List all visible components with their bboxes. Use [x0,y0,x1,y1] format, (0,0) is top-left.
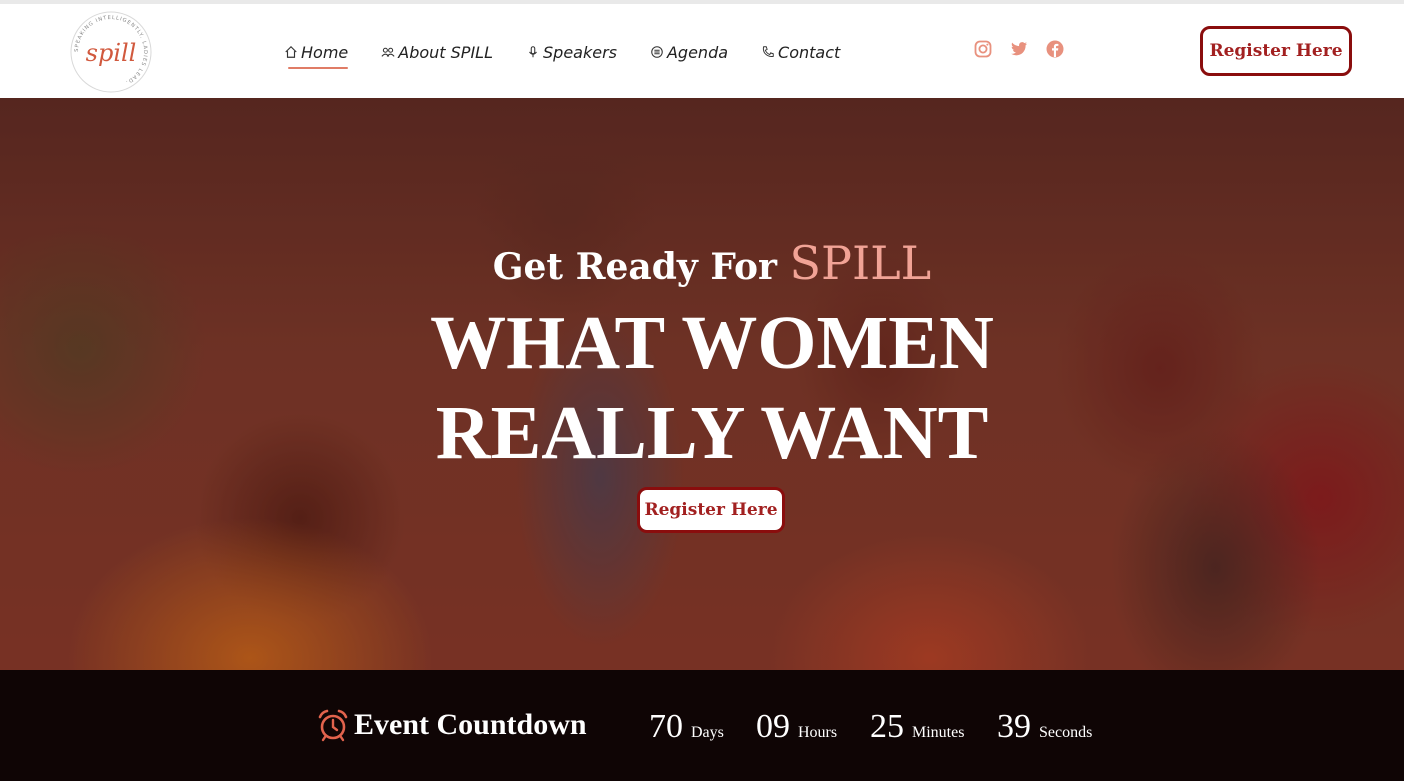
hero-register-button[interactable]: Register Here [637,487,785,533]
countdown-seconds-label: Seconds [1039,724,1093,741]
nav-contact-label: Contact [778,42,841,62]
hero-pretitle-accent: SPILL [789,236,932,290]
countdown-days-value: 70 [649,708,683,745]
countdown-minutes: 25 Minutes [870,708,964,746]
nav-about-label: About SPILL [398,42,493,62]
countdown-seconds: 39 Seconds [997,708,1092,746]
nav-speakers[interactable]: Speakers [526,43,617,62]
instagram-icon [974,40,992,58]
alarm-clock-icon [318,709,348,742]
hero-title-line-1: WHAT WOMEN [430,301,994,385]
spill-logo[interactable]: SPEAKING INTELLIGENTLY. LADIES LEAD. spi… [68,9,154,95]
site-header: SPEAKING INTELLIGENTLY. LADIES LEAD. spi… [0,4,1404,98]
instagram-link[interactable] [974,40,992,58]
nav-about[interactable]: About SPILL [381,43,493,62]
twitter-icon [1011,42,1028,56]
event-countdown: Event Countdown 70 Days 09 Hours 25 Minu… [0,670,1404,781]
phone-icon [762,46,774,57]
nav-contact[interactable]: Contact [761,43,840,62]
hero-title-line-2: REALLY WANT [435,391,989,475]
nav-agenda[interactable]: Agenda [650,43,728,62]
countdown-hours-value: 09 [756,708,790,745]
hero-pretitle: Get Ready For SPILL [0,238,1404,292]
hero-pretitle-text: Get Ready For [492,246,777,288]
facebook-icon [1046,40,1064,58]
hero-content: Get Ready For SPILL WHAT WOMEN REALLY WA… [0,98,1404,670]
microphone-icon [529,46,537,58]
list-icon [651,46,663,58]
logo-text: spill [86,39,137,67]
countdown-hours: 09 Hours [756,708,837,746]
countdown-minutes-value: 25 [870,708,904,745]
home-icon [285,45,297,58]
countdown-days: 70 Days [649,708,724,746]
nav-home[interactable]: Home [284,42,349,69]
nav-agenda-label: Agenda [666,42,729,62]
countdown-hours-label: Hours [798,724,838,741]
facebook-link[interactable] [1046,40,1064,58]
countdown-label: Event Countdown [316,708,587,742]
twitter-link[interactable] [1010,40,1028,58]
social-links [974,40,1064,58]
main-nav: Home About SPILL Speakers Agenda Contact [284,37,873,69]
countdown-seconds-value: 39 [997,708,1031,745]
countdown-minutes-label: Minutes [912,724,965,741]
countdown-days-label: Days [691,724,724,741]
nav-speakers-label: Speakers [543,42,617,62]
hero-section: Get Ready For SPILL WHAT WOMEN REALLY WA… [0,98,1404,670]
nav-home-label: Home [301,42,349,62]
users-icon [381,47,395,57]
countdown-title: Event Countdown [354,708,587,741]
header-register-button[interactable]: Register Here [1200,26,1352,76]
